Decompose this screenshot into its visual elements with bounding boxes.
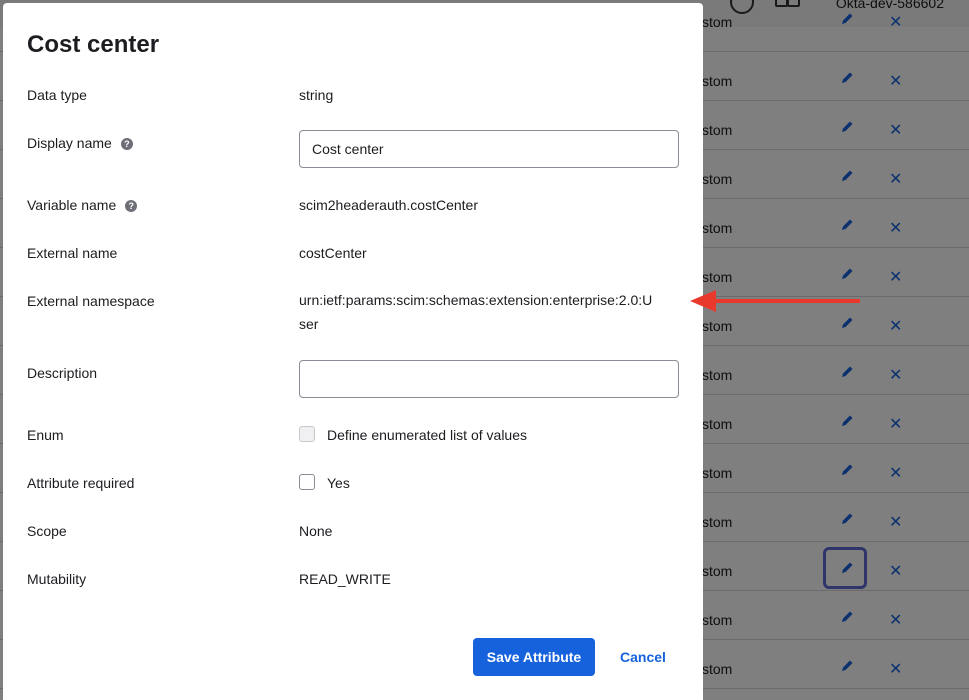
external-namespace-label: External namespace [27, 293, 155, 309]
help-icon[interactable]: ? [125, 200, 138, 212]
enum-label: Enum [27, 427, 64, 443]
save-attribute-button[interactable]: Save Attribute [473, 638, 595, 676]
attribute-required-label: Attribute required [27, 475, 135, 491]
attribute-required-checkbox-label: Yes [327, 475, 350, 491]
variable-name-value: scim2headerauth.costCenter [299, 197, 478, 213]
scope-label: Scope [27, 523, 67, 539]
display-name-input[interactable] [299, 130, 679, 168]
external-name-label: External name [27, 245, 118, 261]
display-name-label: Display name? [27, 135, 133, 151]
cancel-button[interactable]: Cancel [613, 638, 673, 676]
enum-checkbox-label: Define enumerated list of values [327, 427, 527, 443]
help-icon[interactable]: ? [120, 138, 133, 150]
enum-checkbox[interactable] [299, 426, 315, 442]
variable-name-label-text: Variable name [27, 197, 117, 213]
edit-attribute-dialog: Cost center Data type string Display nam… [3, 3, 703, 700]
data-type-value: string [299, 87, 334, 103]
mutability-label: Mutability [27, 571, 87, 587]
description-label: Description [27, 365, 98, 381]
dialog-title: Cost center [27, 31, 160, 58]
external-name-value: costCenter [299, 245, 367, 261]
variable-name-label: Variable name? [27, 197, 138, 213]
annotation-arrow-icon [690, 290, 860, 312]
data-type-label: Data type [27, 87, 87, 103]
attribute-required-checkbox[interactable] [299, 474, 315, 490]
external-namespace-value: urn:ietf:params:scim:schemas:extension:e… [299, 292, 653, 332]
display-name-label-text: Display name [27, 135, 112, 151]
mutability-value: READ_WRITE [299, 571, 391, 587]
scope-value: None [299, 523, 333, 539]
description-input[interactable] [299, 360, 679, 398]
